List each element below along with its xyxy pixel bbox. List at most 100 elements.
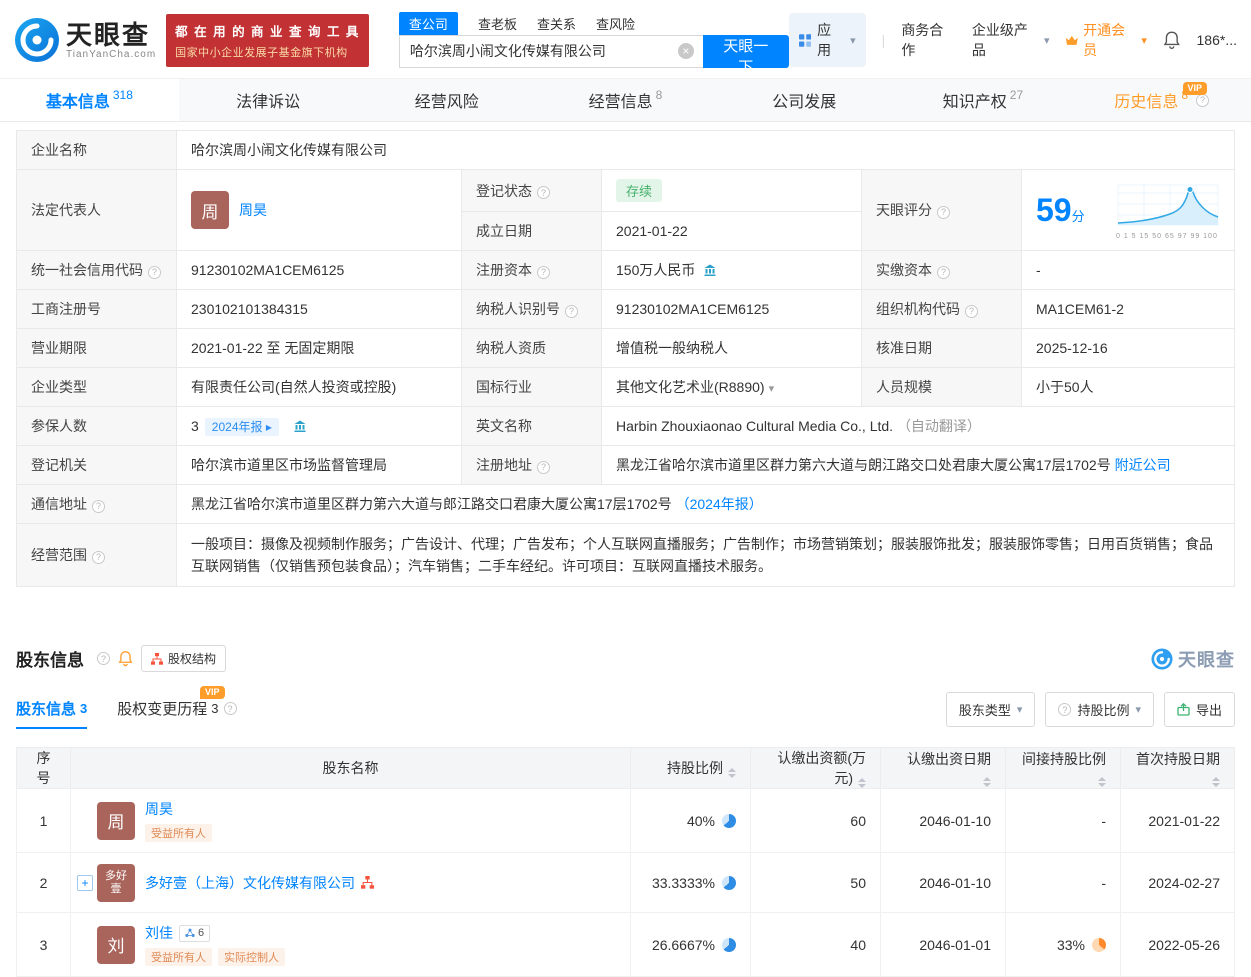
status-badge: 存续 <box>616 179 662 202</box>
export-button[interactable]: 导出 <box>1164 692 1235 727</box>
col-indirect[interactable]: 间接持股比例 <box>1006 748 1121 789</box>
holding-ratio-label: 持股比例 <box>1077 700 1129 719</box>
search-tab-risk[interactable]: 查风险 <box>596 12 635 35</box>
tab-company-development[interactable]: 公司发展 <box>715 79 894 121</box>
help-icon[interactable]: ? <box>565 305 578 318</box>
beneficial-owner-tag[interactable]: 受益所有人 <box>145 824 212 842</box>
cell-shareholder-name: 周 周昊 受益所有人 <box>71 789 631 853</box>
help-icon[interactable]: ? <box>537 186 550 199</box>
pie-chart-icon[interactable] <box>1092 938 1106 952</box>
expand-button[interactable]: + <box>77 875 93 891</box>
tab-count: 8 <box>656 88 663 102</box>
search-tabs: 查公司 查老板 查关系 查风险 <box>399 13 789 35</box>
search-tab-relation[interactable]: 查关系 <box>537 12 576 35</box>
nearby-companies-link[interactable]: 附近公司 <box>1115 457 1171 473</box>
annual-report-link[interactable]: （2024年报） <box>676 496 763 512</box>
cell-date: 2046-01-10 <box>881 853 1006 913</box>
search-tab-boss[interactable]: 查老板 <box>478 12 517 35</box>
col-amount[interactable]: 认缴出资额(万元) <box>751 748 881 789</box>
partner-count: 6 <box>198 927 204 939</box>
tab-count: 3 <box>80 701 87 716</box>
search-button[interactable]: 天眼一下 <box>703 35 789 68</box>
bank-icon[interactable] <box>703 263 717 277</box>
beneficial-owner-tag[interactable]: 受益所有人 <box>145 948 212 966</box>
score-label: 天眼评分? <box>862 170 1022 251</box>
help-icon[interactable]: ? <box>537 461 550 474</box>
annual-report-badge[interactable]: 2024年报 ▸ <box>205 418 279 436</box>
avatar[interactable]: 周 <box>191 191 229 229</box>
apps-button[interactable]: 应用 ▾ <box>789 13 866 67</box>
tianyancha-watermark-text: 天眼查 <box>1178 646 1235 672</box>
row-company-type: 企业类型 有限责任公司(自然人投资或控股) 国标行业 其他文化艺术业(R8890… <box>17 368 1235 407</box>
help-icon[interactable]: ? <box>937 206 950 219</box>
business-cooperation-link[interactable]: 商务合作 <box>901 20 956 60</box>
tab-equity-change-history[interactable]: VIP 股权变更历程 3 ? <box>117 698 236 729</box>
tab-operation-risk[interactable]: 经营风险 <box>357 79 536 121</box>
subscribe-bell-icon[interactable] <box>118 650 133 667</box>
equity-structure-button[interactable]: 股权结构 <box>141 645 226 672</box>
tianyancha-logo[interactable]: 天眼查 TianYanCha.com <box>14 17 156 63</box>
col-first-date[interactable]: 首次持股日期 <box>1121 748 1235 789</box>
phone-number[interactable]: 186*... <box>1197 32 1237 48</box>
enterprise-products-label: 企业级产品 <box>972 20 1040 60</box>
tab-operation-info[interactable]: 经营信息 8 <box>536 79 715 121</box>
row-credit-code: 统一社会信用代码? 91230102MA1CEM6125 注册资本? 150万人… <box>17 251 1235 290</box>
actual-controller-tag[interactable]: 实际控制人 <box>218 948 285 966</box>
avatar[interactable]: 周 <box>97 802 135 840</box>
row-reg-number: 工商注册号 230102101384315 纳税人识别号? 91230102MA… <box>17 290 1235 329</box>
help-icon[interactable]: ? <box>965 305 978 318</box>
search-tab-company[interactable]: 查公司 <box>399 12 458 35</box>
shareholder-type-label: 股东类型 <box>959 700 1011 719</box>
industry-value: 其他文化艺术业(R8890)▾ <box>602 368 862 407</box>
shareholder-link[interactable]: 刘佳 <box>145 923 173 943</box>
tab-basic-info[interactable]: 基本信息 318 <box>0 79 179 121</box>
tab-intellectual-property[interactable]: 知识产权 27 <box>894 79 1073 121</box>
help-icon[interactable]: ? <box>224 702 237 715</box>
help-icon[interactable]: ? <box>92 551 105 564</box>
help-icon[interactable]: ? <box>937 266 950 279</box>
pie-chart-icon[interactable] <box>722 876 736 890</box>
enterprise-products-link[interactable]: 企业级产品 ▾ <box>972 20 1050 60</box>
tab-shareholder-info[interactable]: 股东信息 3 <box>16 698 87 729</box>
pie-chart-icon[interactable] <box>722 814 736 828</box>
score-chart: 0 1 5 15 50 65 97 99 100 <box>1116 181 1220 240</box>
pie-chart-icon[interactable] <box>722 938 736 952</box>
tianyancha-logo-icon <box>14 17 60 63</box>
row-reg-authority: 登记机关 哈尔滨市道里区市场监督管理局 注册地址? 黑龙江省哈尔滨市道里区群力第… <box>17 446 1235 485</box>
grid-icon <box>799 34 812 47</box>
clear-icon[interactable]: × <box>678 43 694 59</box>
help-icon[interactable]: ? <box>97 652 110 665</box>
tianyan-score[interactable]: 59分 <box>1036 193 1085 227</box>
open-vip-link[interactable]: 开通会员 ▾ <box>1065 20 1146 60</box>
tab-legal-litigation[interactable]: 法律诉讼 <box>179 79 358 121</box>
tab-history-info[interactable]: VIP 历史信息 8 ? <box>1072 79 1251 121</box>
help-icon[interactable]: ? <box>1196 94 1209 107</box>
score-value: 59分 <box>1022 170 1235 251</box>
partner-count-badge[interactable]: 6 <box>179 925 210 942</box>
org-code-value: MA1CEM61-2 <box>1022 290 1235 329</box>
cell-index: 3 <box>17 913 71 977</box>
search-input[interactable] <box>399 35 703 68</box>
business-term-label: 营业期限 <box>17 329 177 368</box>
bell-icon[interactable] <box>1163 30 1181 50</box>
tab-label: 股东信息 <box>16 698 76 719</box>
avatar[interactable]: 刘 <box>97 926 135 964</box>
row-company-name: 企业名称 哈尔滨周小闹文化传媒有限公司 <box>17 131 1235 170</box>
help-icon[interactable]: ? <box>92 500 105 513</box>
avatar[interactable]: 多好壹 <box>97 864 135 902</box>
help-icon[interactable]: ? <box>537 266 550 279</box>
col-date[interactable]: 认缴出资日期 <box>881 748 1006 789</box>
top-bar: 天眼查 TianYanCha.com 都 在 用 的 商 业 查 询 工 具 国… <box>0 0 1251 78</box>
legal-rep-link[interactable]: 周昊 <box>239 200 267 220</box>
chevron-down-icon[interactable]: ▾ <box>769 383 775 395</box>
shareholder-link[interactable]: 周昊 <box>145 799 173 819</box>
shareholder-type-select[interactable]: 股东类型 ▾ <box>946 692 1036 727</box>
main-content: 企业名称 哈尔滨周小闹文化传媒有限公司 法定代表人 周 周昊 登记状态? 存续 … <box>0 130 1251 977</box>
bank-icon[interactable] <box>293 419 307 433</box>
holding-ratio-select[interactable]: ? 持股比例 ▾ <box>1045 692 1154 727</box>
equity-structure-icon[interactable] <box>361 876 374 889</box>
col-ratio[interactable]: 持股比例 <box>631 748 751 789</box>
shareholder-link[interactable]: 多好壹（上海）文化传媒有限公司 <box>145 873 355 893</box>
auto-translate-note: （自动翻译） <box>897 418 981 434</box>
help-icon[interactable]: ? <box>148 266 161 279</box>
